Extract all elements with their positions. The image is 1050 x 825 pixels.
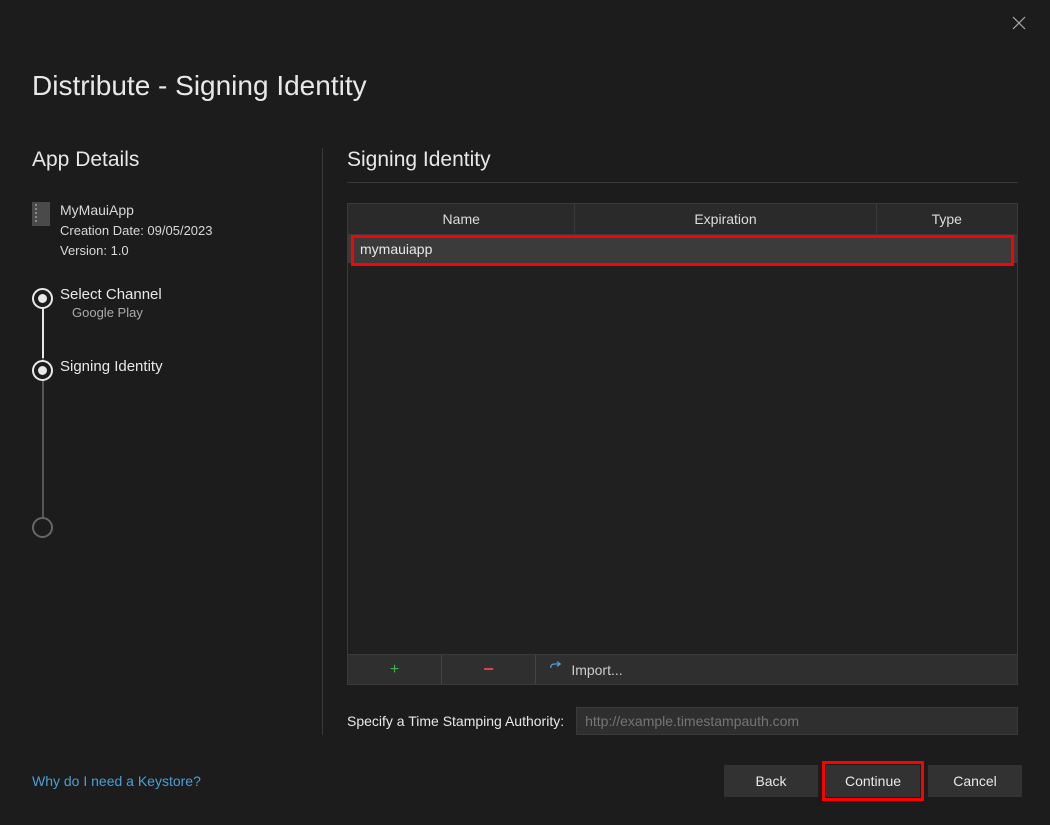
import-identity-button[interactable]: Import... xyxy=(536,655,636,684)
main-area: App Details MyMauiApp Creation Date: 09/… xyxy=(32,148,1018,735)
app-details-block: MyMauiApp Creation Date: 09/05/2023 Vers… xyxy=(32,200,302,260)
step-bullet-future-icon xyxy=(32,517,53,538)
content-heading: Signing Identity xyxy=(347,148,1018,183)
table-toolbar: + − Import... xyxy=(348,654,1017,684)
table-header-row: Name Expiration Type xyxy=(348,204,1017,235)
import-label: Import... xyxy=(571,662,622,678)
vertical-divider xyxy=(322,148,323,735)
cell-expiration xyxy=(575,235,876,263)
import-icon xyxy=(549,661,565,678)
wizard-step-signing-identity[interactable]: Signing Identity xyxy=(60,358,302,375)
signing-identity-table: Name Expiration Type mymauiapp + − xyxy=(347,203,1018,685)
minus-icon: − xyxy=(483,659,494,680)
column-header-expiration[interactable]: Expiration xyxy=(575,204,876,234)
column-header-type[interactable]: Type xyxy=(877,204,1017,234)
page-title: Distribute - Signing Identity xyxy=(32,70,367,102)
back-button[interactable]: Back xyxy=(724,765,818,797)
app-creation-date: Creation Date: 09/05/2023 xyxy=(60,221,213,241)
timestamp-row: Specify a Time Stamping Authority: xyxy=(347,707,1018,735)
table-row[interactable]: mymauiapp xyxy=(348,235,1017,263)
step-bullet-current-icon xyxy=(32,360,53,381)
archive-icon xyxy=(32,202,50,226)
wizard-step-label: Select Channel xyxy=(60,286,302,303)
table-body: mymauiapp xyxy=(348,235,1017,654)
app-name: MyMauiApp xyxy=(60,200,213,221)
plus-icon: + xyxy=(390,661,399,679)
sidebar: App Details MyMauiApp Creation Date: 09/… xyxy=(32,148,322,735)
footer: Why do I need a Keystore? Back Continue … xyxy=(32,765,1022,797)
continue-button[interactable]: Continue xyxy=(826,765,920,797)
sidebar-heading: App Details xyxy=(32,148,302,172)
wizard-connector xyxy=(42,358,44,536)
app-version: Version: 1.0 xyxy=(60,241,213,261)
remove-identity-button[interactable]: − xyxy=(442,655,536,684)
wizard-step-sublabel: Google Play xyxy=(72,305,302,320)
wizard-step-label: Signing Identity xyxy=(60,358,302,375)
wizard-step-select-channel[interactable]: Select Channel Google Play xyxy=(60,286,302,320)
app-info-lines: MyMauiApp Creation Date: 09/05/2023 Vers… xyxy=(60,200,213,260)
cancel-button[interactable]: Cancel xyxy=(928,765,1022,797)
close-button[interactable] xyxy=(1012,16,1026,30)
wizard-steps: Select Channel Google Play Signing Ident… xyxy=(32,286,302,375)
cell-name: mymauiapp xyxy=(348,235,575,263)
content-pane: Signing Identity Name Expiration Type my… xyxy=(347,148,1018,735)
footer-buttons: Back Continue Cancel xyxy=(724,765,1022,797)
timestamp-label: Specify a Time Stamping Authority: xyxy=(347,713,564,729)
column-header-name[interactable]: Name xyxy=(348,204,575,234)
keystore-help-link[interactable]: Why do I need a Keystore? xyxy=(32,773,201,789)
timestamp-authority-input[interactable] xyxy=(576,707,1018,735)
step-bullet-done-icon xyxy=(32,288,53,309)
cell-type xyxy=(877,235,1017,263)
add-identity-button[interactable]: + xyxy=(348,655,442,684)
